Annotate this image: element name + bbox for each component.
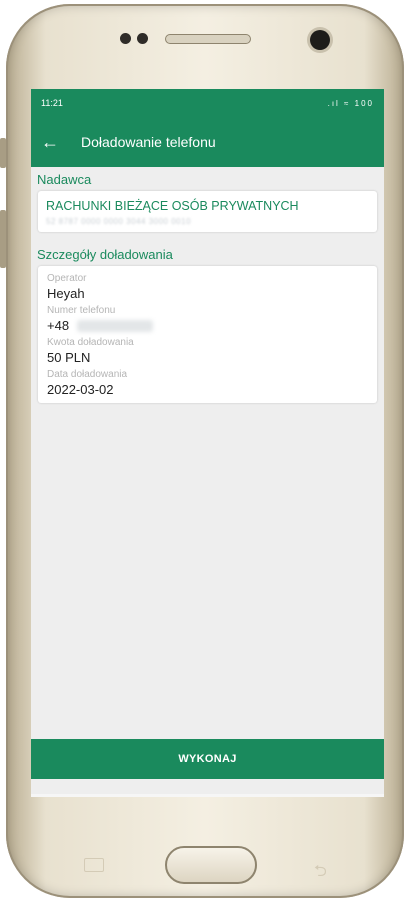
date-value: 2022-03-02 [47,382,114,397]
status-icons: .ıl ≈ 100 [327,98,374,108]
hardware-back-key-icon: ⮌ [314,863,327,880]
account-number: 52 8787 0000 0000 3044 3000 0010 [46,217,192,226]
front-camera [310,30,330,50]
status-bar: 11:21 .ıl ≈ 100 [31,89,384,117]
app-bar: ← Doładowanie telefonu [31,117,384,167]
android-nav-bar [31,794,384,797]
page-title: Doładowanie telefonu [81,134,216,150]
phone-number-label: Numer telefonu [47,305,116,316]
earpiece-speaker [165,34,251,44]
proximity-sensor [120,33,131,44]
amount-value: 50 PLN [47,350,91,365]
status-time: 11:21 [41,98,63,108]
operator-value: Heyah [47,286,85,301]
details-card: Operator Heyah Numer telefonu +48 Kwota … [38,266,377,403]
date-label: Data doładowania [47,369,128,380]
phone-volume-button [0,210,6,268]
sender-section-label: Nadawca [37,172,92,187]
sender-card: RACHUNKI BIEŻĄCE OSÓB PRYWATNYCH 52 8787… [38,191,377,232]
phone-side-button [0,138,6,168]
hardware-home-button [165,846,257,884]
back-arrow-icon[interactable]: ← [41,133,59,151]
account-name: RACHUNKI BIEŻĄCE OSÓB PRYWATNYCH [46,199,299,213]
phone-number-value: +48 [47,318,368,333]
phone-number-redacted [77,319,154,332]
phone-top-bezel [0,0,409,88]
amount-label: Kwota doładowania [47,337,134,348]
details-section-label: Szczegóły doładowania [37,247,173,262]
light-sensor [137,33,148,44]
hardware-recent-key-icon [84,858,104,872]
phone-screen: 11:21 .ıl ≈ 100 ← Doładowanie telefonu N… [31,89,384,797]
execute-button[interactable]: WYKONAJ [31,739,384,779]
phone-prefix: +48 [47,318,70,333]
operator-label: Operator [47,273,87,284]
